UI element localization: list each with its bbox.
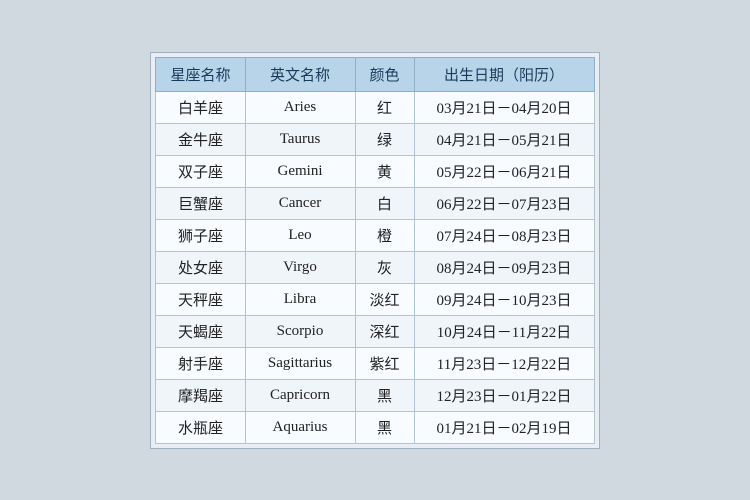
table-row: 处女座Virgo灰08月24日－09月23日 [156,251,594,283]
cell-date: 08月24日－09月23日 [414,251,594,283]
table-row: 双子座Gemini黄05月22日－06月21日 [156,155,594,187]
cell-english: Virgo [245,251,355,283]
cell-color: 白 [355,187,414,219]
cell-english: Scorpio [245,315,355,347]
cell-english: Leo [245,219,355,251]
cell-date: 05月22日－06月21日 [414,155,594,187]
cell-date: 06月22日－07月23日 [414,187,594,219]
cell-english: Aries [245,91,355,123]
cell-chinese: 金牛座 [156,123,245,155]
cell-chinese: 摩羯座 [156,379,245,411]
cell-date: 07月24日－08月23日 [414,219,594,251]
cell-color: 红 [355,91,414,123]
header-chinese: 星座名称 [156,57,245,91]
cell-date: 04月21日－05月21日 [414,123,594,155]
header-date: 出生日期（阳历） [414,57,594,91]
cell-chinese: 白羊座 [156,91,245,123]
zodiac-table-container: 星座名称 英文名称 颜色 出生日期（阳历） 白羊座Aries红03月21日－04… [150,52,599,449]
cell-chinese: 射手座 [156,347,245,379]
table-row: 金牛座Taurus绿04月21日－05月21日 [156,123,594,155]
cell-chinese: 巨蟹座 [156,187,245,219]
table-row: 摩羯座Capricorn黑12月23日－01月22日 [156,379,594,411]
zodiac-table: 星座名称 英文名称 颜色 出生日期（阳历） 白羊座Aries红03月21日－04… [155,57,594,444]
cell-color: 黄 [355,155,414,187]
header-english: 英文名称 [245,57,355,91]
cell-date: 11月23日－12月22日 [414,347,594,379]
cell-color: 淡红 [355,283,414,315]
table-header-row: 星座名称 英文名称 颜色 出生日期（阳历） [156,57,594,91]
cell-color: 深红 [355,315,414,347]
cell-chinese: 水瓶座 [156,411,245,443]
cell-chinese: 处女座 [156,251,245,283]
cell-english: Sagittarius [245,347,355,379]
table-row: 白羊座Aries红03月21日－04月20日 [156,91,594,123]
cell-color: 黑 [355,379,414,411]
cell-color: 紫红 [355,347,414,379]
table-row: 水瓶座Aquarius黑01月21日－02月19日 [156,411,594,443]
cell-english: Libra [245,283,355,315]
cell-english: Cancer [245,187,355,219]
cell-english: Gemini [245,155,355,187]
cell-english: Taurus [245,123,355,155]
table-row: 狮子座Leo橙07月24日－08月23日 [156,219,594,251]
cell-date: 09月24日－10月23日 [414,283,594,315]
cell-english: Capricorn [245,379,355,411]
cell-date: 01月21日－02月19日 [414,411,594,443]
cell-date: 03月21日－04月20日 [414,91,594,123]
cell-color: 橙 [355,219,414,251]
table-row: 巨蟹座Cancer白06月22日－07月23日 [156,187,594,219]
cell-chinese: 天秤座 [156,283,245,315]
cell-chinese: 狮子座 [156,219,245,251]
table-row: 天秤座Libra淡红09月24日－10月23日 [156,283,594,315]
cell-color: 灰 [355,251,414,283]
cell-chinese: 双子座 [156,155,245,187]
header-color: 颜色 [355,57,414,91]
cell-color: 绿 [355,123,414,155]
cell-date: 10月24日－11月22日 [414,315,594,347]
cell-date: 12月23日－01月22日 [414,379,594,411]
cell-color: 黑 [355,411,414,443]
table-row: 射手座Sagittarius紫红11月23日－12月22日 [156,347,594,379]
table-row: 天蝎座Scorpio深红10月24日－11月22日 [156,315,594,347]
cell-english: Aquarius [245,411,355,443]
cell-chinese: 天蝎座 [156,315,245,347]
